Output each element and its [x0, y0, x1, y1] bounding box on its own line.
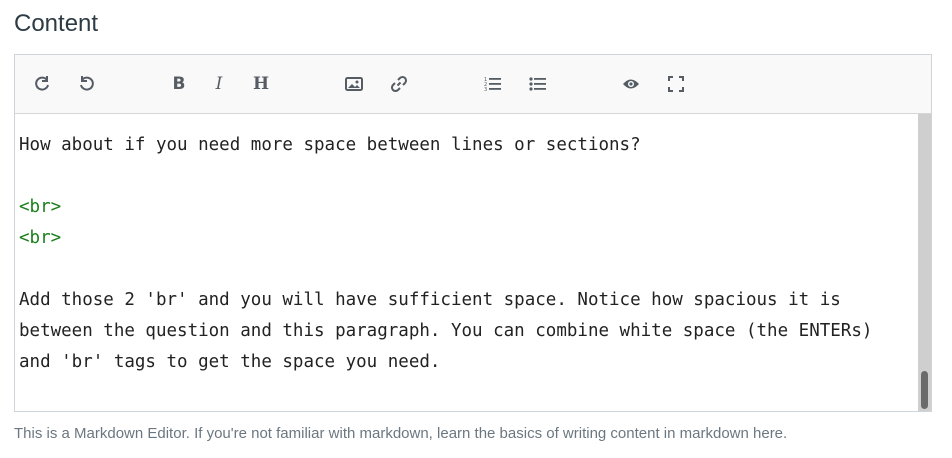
italic-icon: I	[215, 73, 223, 94]
unordered-list-button[interactable]	[523, 69, 553, 99]
bold-icon: B	[172, 73, 186, 94]
heading-icon: H	[252, 73, 270, 94]
redo-button[interactable]	[27, 69, 57, 99]
preview-button[interactable]	[616, 69, 646, 99]
redo-icon	[33, 75, 51, 93]
heading-button[interactable]: H	[246, 69, 276, 99]
editor-line: How about if you need more space between…	[19, 135, 641, 155]
ordered-list-button[interactable]: 123	[478, 69, 508, 99]
unordered-list-icon	[529, 76, 547, 92]
preview-icon	[622, 77, 640, 91]
scrollbar-thumb[interactable]	[921, 371, 928, 409]
svg-text:3: 3	[484, 87, 487, 92]
fullscreen-icon	[668, 76, 684, 92]
section-heading: Content	[14, 10, 99, 37]
link-icon	[390, 75, 408, 93]
link-button[interactable]	[384, 69, 414, 99]
editor-line: Add those 2 'br' and you will have suffi…	[19, 290, 841, 310]
undo-button[interactable]	[72, 69, 102, 99]
editor-line: <br>	[19, 228, 62, 248]
editor-line: and 'br' tags to get the space you need.	[19, 352, 441, 372]
undo-icon	[78, 75, 96, 93]
editor-scrollbar[interactable]	[918, 114, 931, 411]
editor-text-area[interactable]: How about if you need more space between…	[15, 114, 917, 411]
bold-button[interactable]: B	[164, 69, 194, 99]
editor-toolbar: B I H 123	[15, 55, 931, 114]
editor-line: between the question and this paragraph.…	[19, 321, 873, 341]
markdown-help-text: This is a Markdown Editor. If you're not…	[14, 425, 788, 442]
editor-line: <br>	[19, 197, 62, 217]
fullscreen-button[interactable]	[661, 69, 691, 99]
italic-button[interactable]: I	[204, 69, 234, 99]
image-button[interactable]	[339, 69, 369, 99]
ordered-list-icon: 123	[484, 76, 502, 92]
image-icon	[345, 76, 363, 92]
markdown-editor: B I H 123 How about if you need more spa…	[14, 54, 932, 412]
